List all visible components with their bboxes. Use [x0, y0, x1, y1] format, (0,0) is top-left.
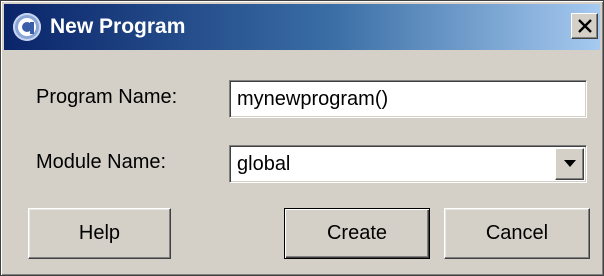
close-icon — [578, 19, 592, 33]
window-title: New Program — [50, 15, 186, 38]
help-button[interactable]: Help — [28, 208, 171, 259]
app-logo-icon — [13, 13, 41, 41]
cancel-button[interactable]: Cancel — [444, 208, 590, 259]
close-button[interactable] — [571, 13, 598, 39]
program-name-input[interactable] — [229, 80, 587, 118]
new-program-dialog: New Program Program Name: Module Name: g… — [0, 0, 604, 276]
module-name-value: global — [237, 153, 291, 175]
module-name-dropdown[interactable]: global — [229, 145, 587, 183]
create-button[interactable]: Create — [284, 208, 430, 259]
dropdown-button[interactable] — [555, 148, 584, 180]
program-name-label: Program Name: — [36, 86, 178, 108]
title-bar[interactable]: New Program — [4, 4, 600, 50]
chevron-down-icon — [564, 160, 576, 167]
module-name-label: Module Name: — [36, 151, 167, 173]
